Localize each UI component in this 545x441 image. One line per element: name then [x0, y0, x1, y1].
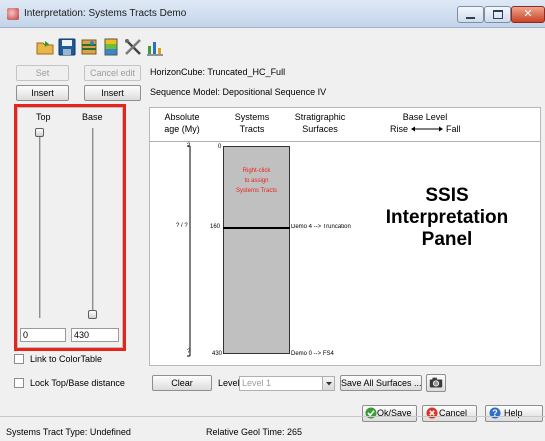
header-divider: [149, 141, 541, 142]
check-icon: [365, 407, 377, 419]
rise-label: Rise: [390, 124, 409, 134]
chevron-down-icon: [326, 382, 332, 386]
minimize-icon: [466, 16, 475, 19]
surface-bottom-label[interactable]: Demo 0 --> FS4: [291, 351, 334, 357]
tract-type-status: Systems Tract Type: Undefined: [6, 427, 131, 437]
maximize-button[interactable]: [484, 6, 511, 23]
app-icon: [7, 8, 19, 20]
age-bottom-mark: ?: [187, 349, 191, 355]
lock-distance-checkbox[interactable]: [14, 378, 24, 388]
top-slider-label: Top: [36, 112, 51, 122]
layers-icon[interactable]: [80, 38, 98, 56]
scale-top-label: 0: [218, 144, 222, 150]
top-base-panel: [17, 107, 123, 348]
status-separator: [0, 416, 545, 417]
geol-time-status: Relative Geol Time: 265: [206, 427, 303, 437]
age-question-label: ? / ?: [176, 223, 188, 229]
base-slider-thumb[interactable]: [88, 310, 97, 319]
level-label: Level: [218, 378, 240, 388]
chart-icon[interactable]: [146, 38, 164, 56]
maximize-icon: [492, 10, 503, 19]
top-slider-track[interactable]: [39, 128, 41, 318]
surfaces-header: Surfaces: [302, 124, 338, 134]
base-slider-track[interactable]: [92, 128, 94, 318]
hint-line-1: Right-click: [242, 168, 271, 174]
cancel-edit-button[interactable]: Cancel edit: [84, 65, 141, 81]
fall-label: Fall: [446, 124, 461, 134]
overlay-line-3: Panel: [421, 229, 473, 250]
window-title: Interpretation: Systems Tracts Demo: [24, 8, 187, 19]
link-colortable-label: Link to ColorTable: [30, 354, 103, 364]
scale-bottom-label: 430: [212, 351, 223, 357]
cancel-icon: [426, 407, 438, 419]
panel-overlay-title: SSIS Interpretation Panel: [352, 185, 542, 251]
rise-fall-arrow-icon: [411, 126, 443, 132]
base-level-header: Base Level: [402, 112, 448, 122]
scale-mid-label: 160: [210, 224, 221, 230]
tools-icon[interactable]: [124, 38, 142, 56]
tracts-header: Tracts: [239, 124, 265, 134]
top-value-field[interactable]: 0: [20, 328, 66, 342]
surface-line-mid[interactable]: [223, 227, 290, 229]
systems-header: Systems: [234, 112, 270, 122]
age-scale-bar: [187, 145, 191, 357]
link-colortable-checkbox[interactable]: [14, 354, 24, 364]
palette-icon[interactable]: [102, 38, 120, 56]
stratigraphic-header: Stratigraphic: [294, 112, 346, 122]
absolute-age-unit: age (My): [164, 124, 200, 134]
age-top-mark: ?: [187, 143, 191, 149]
close-icon: ✕: [523, 8, 533, 20]
minimize-button[interactable]: [457, 6, 484, 23]
level-dropdown-button[interactable]: [322, 377, 334, 390]
snapshot-button[interactable]: [426, 374, 446, 392]
base-value-field[interactable]: 430: [71, 328, 119, 342]
insert-base-button[interactable]: Insert: [84, 85, 141, 101]
top-slider-thumb[interactable]: [35, 128, 44, 137]
save-all-surfaces-button[interactable]: Save All Surfaces ...: [340, 375, 422, 391]
clear-button[interactable]: Clear: [152, 375, 212, 391]
level-select[interactable]: Level 1: [239, 376, 335, 391]
hint-line-3: Systems Tracts: [235, 188, 277, 194]
save-icon[interactable]: [58, 38, 76, 56]
camera-icon: [429, 377, 443, 388]
absolute-age-header: Absolute: [164, 112, 200, 122]
surface-mid-label[interactable]: Demo 4 --> Truncation: [291, 224, 357, 230]
insert-top-button[interactable]: Insert: [16, 85, 69, 101]
base-slider-label: Base: [82, 112, 103, 122]
hint-line-2: to assign: [244, 178, 269, 184]
set-button[interactable]: Set: [16, 65, 69, 81]
overlay-line-2: Interpretation: [385, 207, 509, 228]
overlay-line-1: SSIS: [425, 185, 469, 206]
close-button[interactable]: ✕: [511, 6, 545, 23]
open-folder-icon[interactable]: [36, 38, 54, 56]
horizon-cube-label: HorizonCube: Truncated_HC_Full: [150, 67, 286, 77]
help-icon: ?: [489, 407, 501, 419]
sequence-model-label: Sequence Model: Depositional Sequence IV: [150, 87, 327, 97]
lock-distance-label: Lock Top/Base distance: [30, 378, 125, 388]
